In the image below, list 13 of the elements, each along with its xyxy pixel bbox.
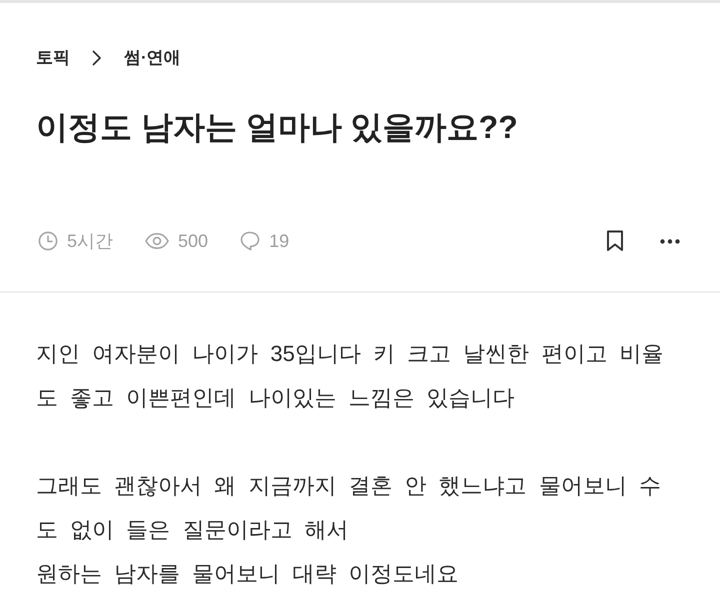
speech-bubble-icon [240,231,260,251]
eye-icon [145,233,170,249]
chevron-right-icon [92,50,102,66]
post-age: 5시간 [67,230,114,253]
post-title: 이정도 남자는 얼마나 있을까요?? [36,108,519,147]
breadcrumb-link[interactable]: 썸·연애 [124,45,181,71]
view-count: 500 [178,230,208,253]
clock-icon [38,231,58,251]
comment-count: 19 [269,230,290,253]
more-icon [660,238,680,244]
post-paragraph: 지인 여자분이 나이가 35입니다 키 크고 날씬한 편이고 비율도 좋고 이쁜편인데 나이있는 느낌은 있습니다 [36,340,664,412]
breadcrumb-link[interactable]: 토픽 [36,45,70,71]
post-paragraph: 그래도 괜찮아서 왜 지금까지 결혼 안 했느냐고 물어보니 수도 없이 들은 질문이라고 해서 원하는 남자를 물어보니 대략 이정도네요 [36,472,662,588]
